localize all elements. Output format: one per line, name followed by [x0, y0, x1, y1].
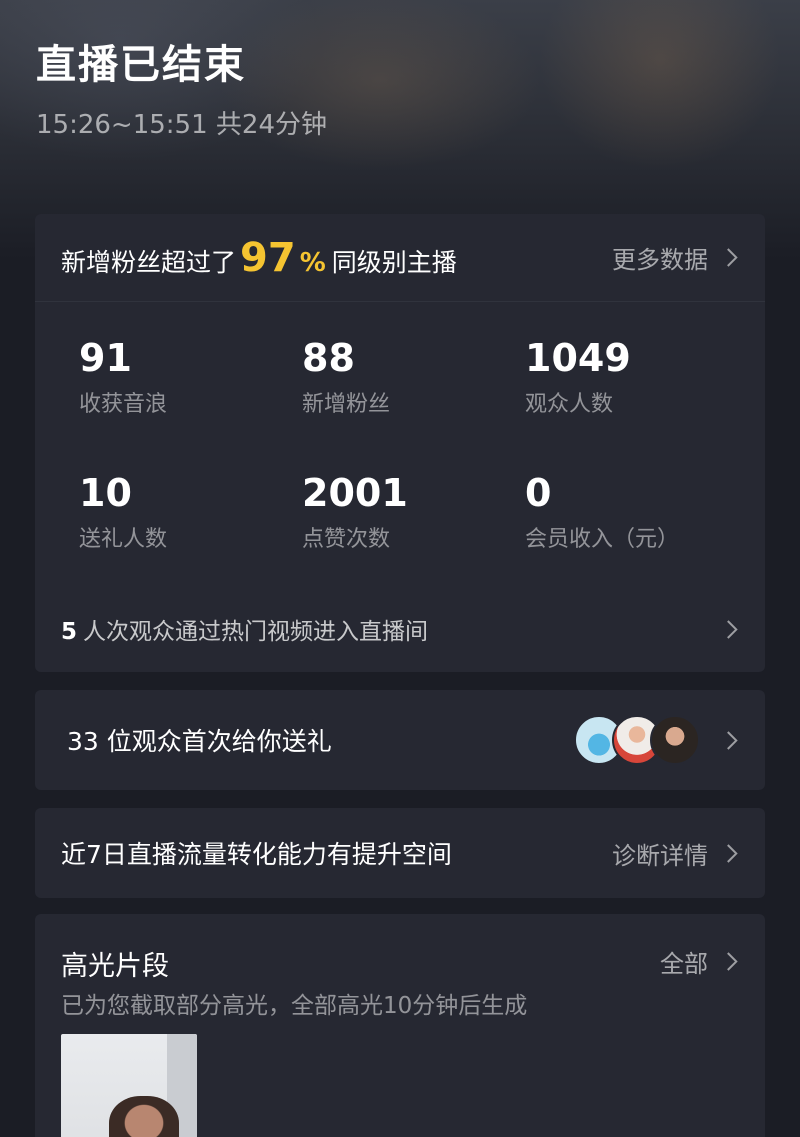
metric-sound-waves: 91 收获音浪 [79, 336, 299, 418]
thumbnail-person [109, 1096, 179, 1137]
traffic-conversion-card[interactable]: 近7日直播流量转化能力有提升空间 诊断详情 [35, 808, 765, 898]
highlights-title: 高光片段 [61, 951, 169, 982]
highlights-all-link[interactable]: 全部 [660, 944, 738, 979]
highlight-thumbnail[interactable] [61, 1034, 197, 1137]
more-data-label: 更多数据 [612, 246, 708, 274]
diagnosis-link[interactable]: 诊断详情 [612, 836, 738, 871]
chevron-right-icon [719, 843, 738, 863]
metric-gift-givers: 10 送礼人数 [79, 471, 299, 553]
gifter-avatars [574, 715, 738, 765]
metric-viewers: 1049 观众人数 [525, 336, 745, 418]
metric-member-income: 0 会员收入（元） [525, 471, 745, 553]
metric-value: 91 [79, 336, 132, 380]
highlights-card: 高光片段 全部 已为您截取部分高光，全部高光10分钟后生成 [35, 914, 765, 1137]
fans-headline: 新增粉丝超过了 97 % 同级别主播 [61, 235, 457, 281]
metric-value: 2001 [302, 471, 408, 515]
headline-suffix: 同级别主播 [331, 247, 457, 277]
metric-label: 收获音浪 [79, 392, 168, 417]
metric-label: 新增粉丝 [302, 392, 391, 417]
metric-label: 送礼人数 [79, 527, 168, 552]
diagnosis-label: 诊断详情 [612, 841, 708, 870]
metric-value: 1049 [525, 336, 631, 380]
page-header: 直播已结束 15:26~15:51 共24分钟 [36, 32, 327, 141]
chevron-right-icon [719, 248, 738, 267]
highlights-subtitle: 已为您截取部分高光，全部高光10分钟后生成 [61, 993, 528, 1019]
first-gift-card[interactable]: 33 位观众首次给你送礼 [35, 690, 765, 790]
more-data-link[interactable]: 更多数据 [612, 240, 738, 275]
headline-prefix: 新增粉丝超过了 [61, 247, 237, 277]
metric-label: 会员收入（元） [525, 527, 680, 552]
metric-value: 0 [525, 471, 552, 515]
hot-video-text: 人次观众通过热门视频进入直播间 [83, 619, 429, 645]
stats-card-header: 新增粉丝超过了 97 % 同级别主播 更多数据 [35, 214, 765, 302]
metric-likes: 2001 点赞次数 [302, 471, 522, 553]
headline-percent: 97 [240, 234, 296, 281]
chevron-right-icon [719, 730, 738, 750]
headline-percent-sign: % [299, 247, 326, 278]
chevron-right-icon [719, 952, 738, 971]
avatar [650, 715, 700, 765]
metric-label: 点赞次数 [302, 527, 391, 552]
first-gift-text: 33 位观众首次给你送礼 [67, 727, 332, 756]
traffic-conversion-text: 近7日直播流量转化能力有提升空间 [61, 840, 452, 869]
hot-video-text-wrap: 5 人次观众通过热门视频进入直播间 [61, 612, 428, 646]
live-time-range: 15:26~15:51 共24分钟 [36, 110, 327, 140]
hot-video-count: 5 [61, 619, 78, 645]
metric-value: 10 [79, 471, 132, 515]
chevron-right-icon [719, 619, 738, 639]
highlights-all-label: 全部 [660, 950, 708, 978]
stats-card: 新增粉丝超过了 97 % 同级别主播 更多数据 91 收获音浪 88 新增粉丝 … [35, 214, 765, 672]
hot-video-row[interactable]: 5 人次观众通过热门视频进入直播间 [61, 612, 738, 646]
metric-new-fans: 88 新增粉丝 [302, 336, 522, 418]
metric-label: 观众人数 [525, 392, 614, 417]
page-title: 直播已结束 [36, 42, 246, 88]
metric-value: 88 [302, 336, 355, 380]
